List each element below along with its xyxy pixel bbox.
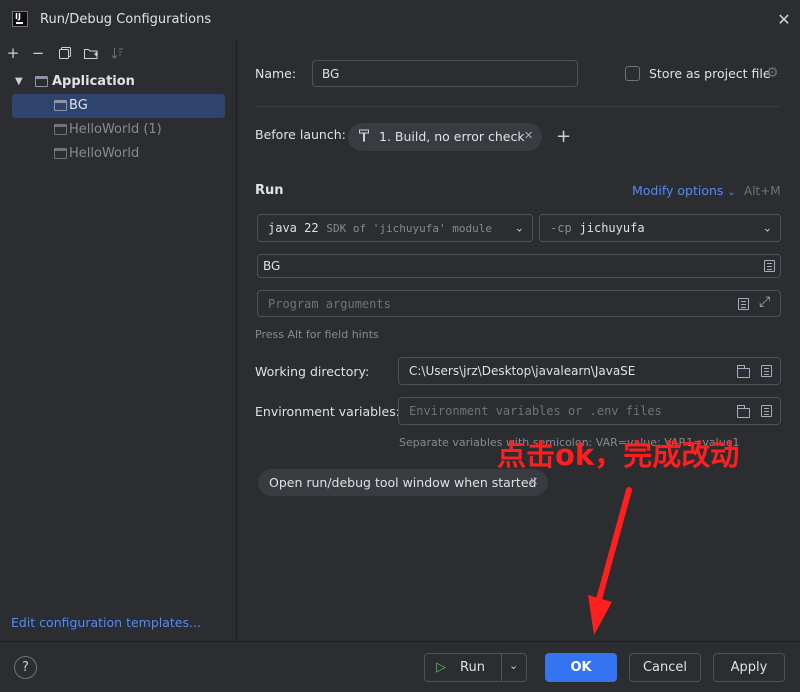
main-class-input[interactable]: BG [257,254,781,278]
remove-option-icon[interactable]: ✕ [529,475,538,488]
tree-item-helloworld[interactable]: HelloWorld [12,142,225,166]
run-options-chevron-icon[interactable]: ⌄ [509,659,518,672]
copy-icon[interactable] [56,44,74,62]
environment-variables-label: Environment variables: [255,404,400,419]
environment-variables-input[interactable]: Environment variables or .env files [398,397,781,425]
classpath-select[interactable]: -cp jichuyufa ⌄ [539,214,781,242]
modify-options-label: Modify options [632,183,724,198]
environment-variables-placeholder: Environment variables or .env files [409,404,662,418]
run-section-title: Run [255,183,284,198]
add-task-icon[interactable]: + [556,126,571,147]
remove-task-icon[interactable]: ✕ [524,129,533,142]
application-config-icon [54,100,67,111]
cancel-button[interactable]: Cancel [629,653,701,682]
app-icon-text: IJ [15,12,21,21]
macro-icon[interactable] [761,365,772,377]
window-title: Run/Debug Configurations [40,12,212,27]
tree-item-bg[interactable]: BG [12,94,225,118]
tree-item-helloworld-1[interactable]: HelloWorld (1) [12,118,225,142]
sort-icon[interactable] [109,44,127,62]
folder-icon[interactable] [737,365,750,378]
run-button-group: ▷ Run ⌄ [424,653,527,682]
edit-configuration-templates-link[interactable]: Edit configuration templates... [11,615,201,630]
name-label: Name: [255,66,297,81]
before-launch-task-chip[interactable]: 1. Build, no error check ✕ [348,123,542,151]
chevron-down-icon: ⌄ [727,187,736,198]
program-arguments-placeholder: Program arguments [268,296,391,311]
application-config-icon [54,148,67,159]
close-icon[interactable]: ✕ [774,10,794,30]
modify-options-shortcut: Alt+M [744,184,781,198]
jdk-select-text: java 22 SDK of 'jichuyufa' module [268,221,492,235]
run-icon: ▷ [436,660,446,675]
tree-item-label: HelloWorld [69,146,140,161]
ok-button[interactable]: OK [545,653,617,682]
before-launch-task-label: 1. Build, no error check [379,129,525,144]
remove-icon[interactable]: − [29,44,47,62]
jdk-version: java 22 [268,221,319,235]
apply-button[interactable]: Apply [713,653,785,682]
edit-env-icon[interactable] [761,405,772,417]
working-directory-label: Working directory: [255,364,370,379]
before-launch-label: Before launch: [255,127,346,142]
working-directory-value: C:\Users\jrz\Desktop\javalearn\JavaSE [409,364,636,378]
store-as-project-file-checkbox[interactable] [625,66,640,81]
edit-text-icon[interactable] [738,298,749,310]
application-config-icon [54,124,67,135]
working-directory-input[interactable]: C:\Users\jrz\Desktop\javalearn\JavaSE [398,357,781,385]
open-tool-window-label: Open run/debug tool window when started [269,475,537,490]
intellij-app-icon: IJ [12,11,28,27]
gear-icon[interactable]: ⚙ [766,65,779,81]
folder-icon[interactable] [737,405,750,418]
field-hints-text: Press Alt for field hints [255,328,379,341]
browse-icon[interactable] [764,260,775,272]
name-input[interactable]: BG [312,60,578,87]
chevron-down-icon: ⌄ [514,221,524,235]
expand-icon[interactable]: ⤢ [759,294,770,310]
hammer-icon [358,128,372,147]
help-button[interactable]: ? [14,656,37,679]
name-value: BG [322,66,340,81]
main-class-value: BG [263,259,281,273]
classpath-select-text: -cp jichuyufa [550,221,645,235]
chevron-down-icon: ⌄ [762,221,772,235]
classpath-flag: -cp [550,221,572,235]
run-button[interactable]: Run [460,660,485,675]
modify-options-link[interactable]: Modify options ⌄ [632,183,736,198]
jdk-source: SDK of 'jichuyufa' module [326,222,492,235]
application-group-icon [35,76,48,87]
store-as-project-file-label: Store as project file [649,66,771,81]
annotation-arrow [588,487,632,635]
annotation-text: 点击ok，完成改动 [497,438,740,472]
jdk-select[interactable]: java 22 SDK of 'jichuyufa' module ⌄ [257,214,533,242]
tree-item-label: BG [69,98,88,113]
folder-add-icon[interactable] [82,44,100,62]
tree-item-label: HelloWorld (1) [69,122,162,137]
classpath-module: jichuyufa [579,221,645,235]
divider [255,106,780,107]
add-icon[interactable]: + [4,44,22,62]
tree-group-application[interactable]: Application [52,74,135,89]
divider [501,654,502,681]
program-arguments-input[interactable]: Program arguments ⤢ [257,290,781,317]
chevron-down-icon[interactable]: ▼ [15,76,23,87]
